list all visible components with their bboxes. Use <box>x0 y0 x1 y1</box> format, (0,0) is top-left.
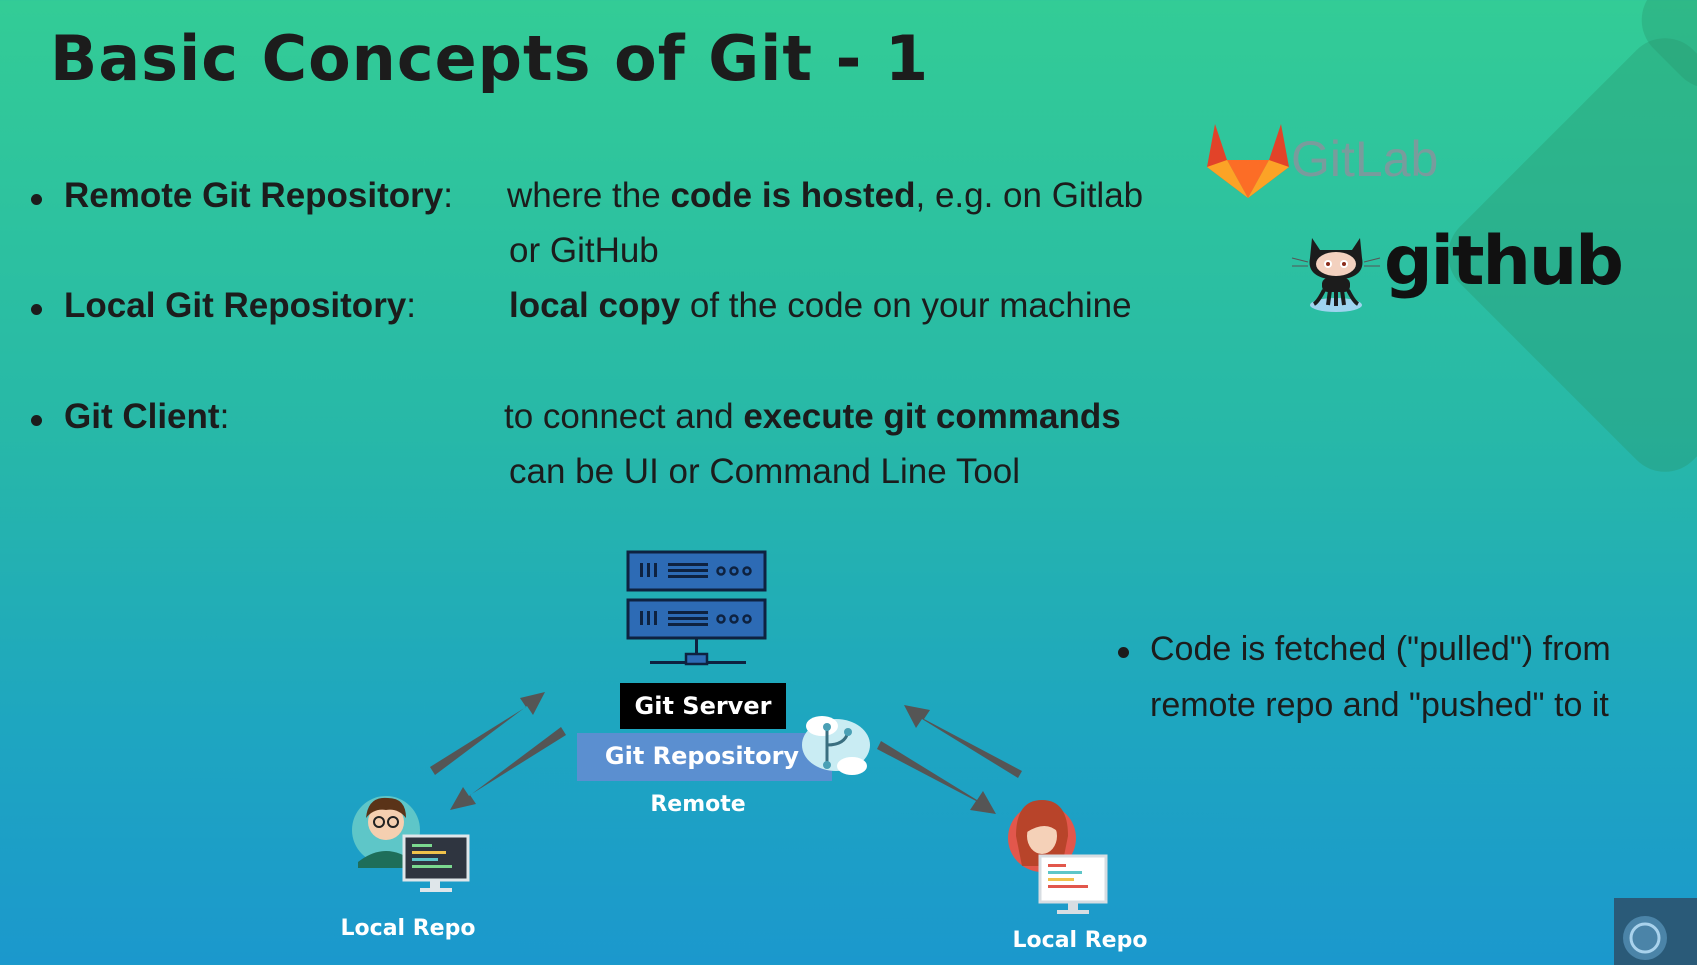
developer-left-icon <box>352 796 470 892</box>
git-server-label: Git Server <box>634 692 772 720</box>
developer-right-icon <box>1008 800 1108 914</box>
local-repo-left-label: Local Repo <box>340 916 476 941</box>
brand-corner-logo <box>1614 898 1697 965</box>
remote-label: Remote <box>650 792 746 817</box>
note-line-1: Code is fetched ("pulled") from <box>1150 630 1611 668</box>
git-repository-label: Git Repository <box>604 742 800 770</box>
git-diagram <box>352 550 1697 965</box>
local-repo-right-label: Local Repo <box>1012 928 1148 953</box>
bullet-dot <box>1118 647 1129 658</box>
note-line-2: remote repo and "pushed" to it <box>1150 686 1609 724</box>
server-icon <box>626 550 767 666</box>
